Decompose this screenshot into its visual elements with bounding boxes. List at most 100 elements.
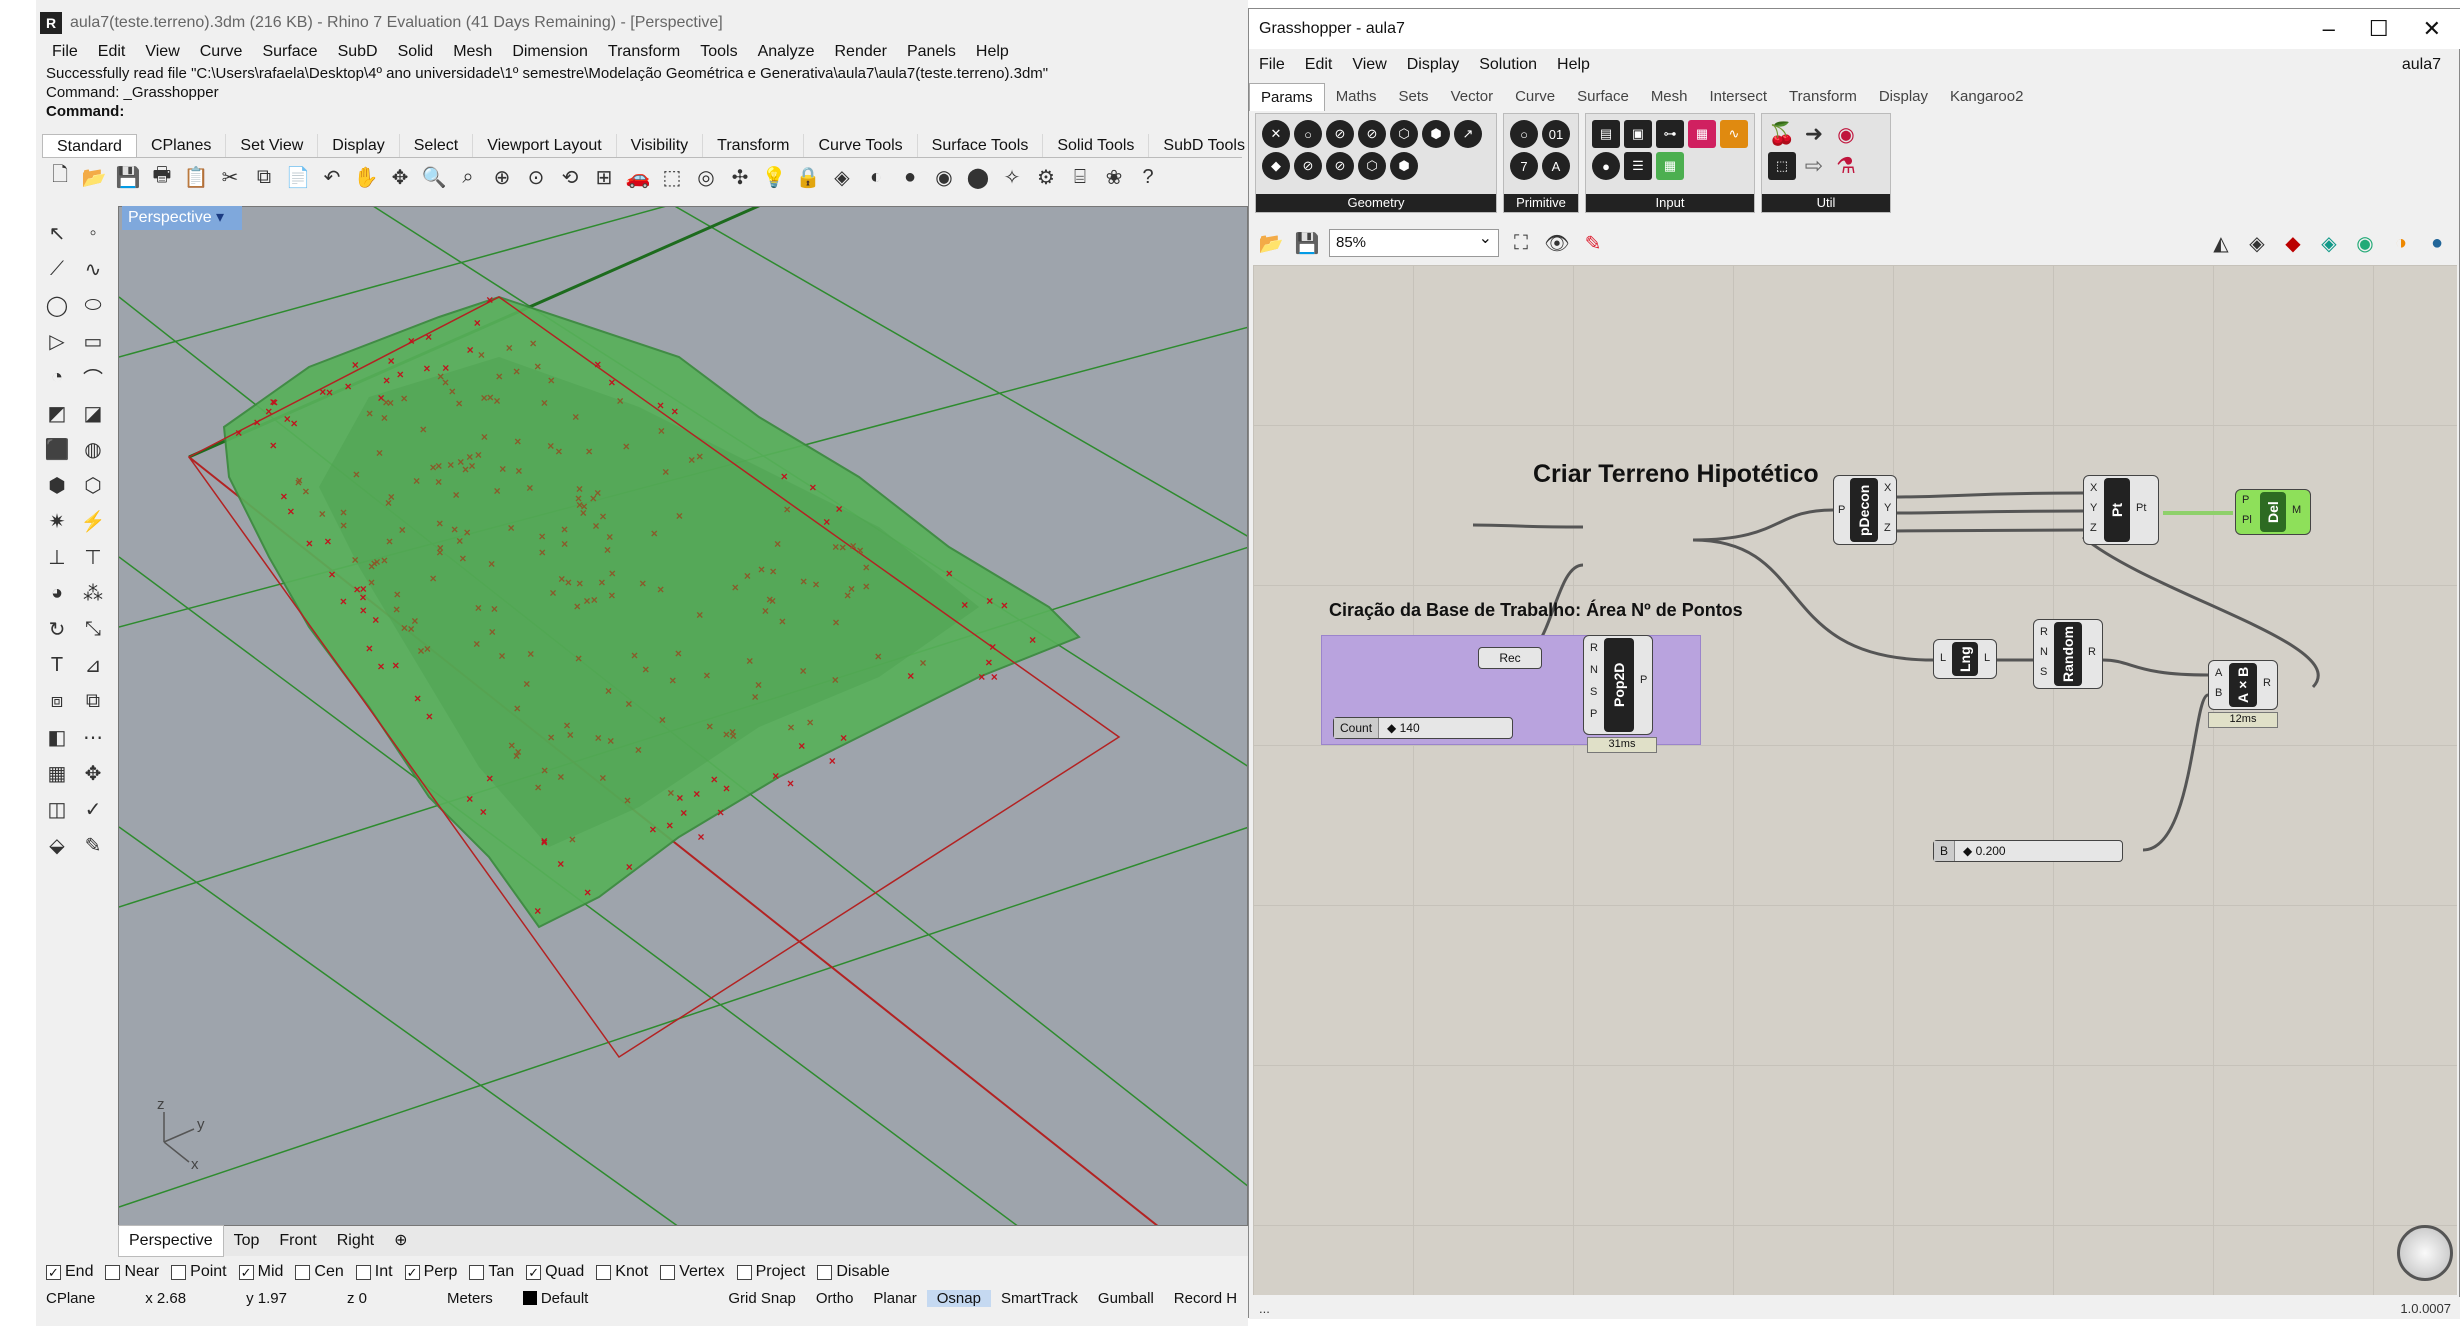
surface-icon[interactable]: ◩ xyxy=(42,399,72,427)
arc-icon[interactable]: ◔ xyxy=(42,363,72,391)
status-toggle-grid-snap[interactable]: Grid Snap xyxy=(718,1290,806,1307)
osnap-end[interactable]: ✓ End xyxy=(46,1263,93,1281)
trim-icon[interactable]: ⊥ xyxy=(42,543,72,571)
cherry-icon[interactable]: 🍒 xyxy=(1768,120,1796,148)
toolbar-tab-subd-tools[interactable]: SubD Tools xyxy=(1149,134,1260,157)
save-icon[interactable]: 💾 xyxy=(1293,229,1321,257)
split-icon[interactable]: ⊤ xyxy=(78,543,108,571)
slider-icon[interactable]: ⊶ xyxy=(1656,120,1684,148)
gh-menu-item-view[interactable]: View xyxy=(1342,53,1396,83)
gh-tab-kangaroo2[interactable]: Kangaroo2 xyxy=(1939,83,2034,111)
pointer-icon[interactable]: ↖ xyxy=(42,219,72,247)
zoom-icon[interactable]: 🔍 xyxy=(420,163,448,191)
zoom-selected-icon[interactable]: ⊙ xyxy=(522,163,550,191)
gh-tab-mesh[interactable]: Mesh xyxy=(1640,83,1699,111)
scribble-title[interactable]: Criar Terreno Hipotético xyxy=(1533,460,1819,489)
mirror-icon[interactable]: ⧉ xyxy=(78,687,108,715)
boolean-icon[interactable]: ◕ xyxy=(42,579,72,607)
polyline-icon[interactable]: ⟋ xyxy=(42,255,72,283)
param-geom-icon[interactable]: ⊘ xyxy=(1326,152,1354,180)
block-icon[interactable]: ⧈ xyxy=(42,687,72,715)
pt-output[interactable]: Pt xyxy=(2136,502,2146,514)
osnap-quad[interactable]: ✓ Quad xyxy=(526,1263,584,1281)
rec-param[interactable]: Rec xyxy=(1478,647,1542,669)
menu-item-tools[interactable]: Tools xyxy=(690,40,747,64)
toolbar-tab-select[interactable]: Select xyxy=(400,134,474,157)
preview-off-icon[interactable]: ◭ xyxy=(2207,229,2235,257)
random-component[interactable]: R N S Random R xyxy=(2033,619,2103,689)
toolbar-tab-set-view[interactable]: Set View xyxy=(226,134,319,157)
perspective-viewport[interactable]: × × × × × × × × × × × × × × × × × × × × × × × × × × × × × × × × × × × × × × × ×… xyxy=(118,206,1248,1226)
osnap-disable[interactable]: Disable xyxy=(817,1263,890,1281)
del-output-m[interactable]: M xyxy=(2292,504,2301,516)
gh-menu-item-solution[interactable]: Solution xyxy=(1469,53,1547,83)
status-cplane[interactable]: CPlane xyxy=(36,1290,105,1307)
mesh-display-icon[interactable]: ◉ xyxy=(2351,229,2379,257)
osnap-checkbox[interactable] xyxy=(105,1264,121,1280)
list-length-component[interactable]: L Lng L xyxy=(1933,639,1997,679)
pdecon-input-p[interactable]: P xyxy=(1838,504,1845,516)
param-number-icon[interactable]: 7 xyxy=(1510,152,1538,180)
osnap-near[interactable]: Near xyxy=(105,1263,159,1281)
mesh-icon[interactable]: ⬡ xyxy=(78,471,108,499)
viewport-title[interactable]: Perspective ▾ xyxy=(122,206,242,230)
menu-item-subd[interactable]: SubD xyxy=(328,40,388,64)
four-view-icon[interactable]: ⊞ xyxy=(590,163,618,191)
pan-icon[interactable]: ✋ xyxy=(352,163,380,191)
swatch-icon[interactable]: ▦ xyxy=(1688,120,1716,148)
sketch-icon[interactable]: ✎ xyxy=(1579,229,1607,257)
solid-sphere-icon[interactable]: ◍ xyxy=(78,435,108,463)
lng-output-l[interactable]: L xyxy=(1984,652,1990,664)
gh-menu-item-help[interactable]: Help xyxy=(1547,53,1600,83)
multiplication-component[interactable]: A B A×B R xyxy=(2208,660,2278,710)
osnap-checkbox[interactable] xyxy=(469,1264,485,1280)
random-input-s[interactable]: S xyxy=(2040,666,2047,678)
pop2d-input-s[interactable]: S xyxy=(1590,686,1597,698)
button-icon[interactable]: ● xyxy=(1592,152,1620,180)
bead-icon[interactable]: ◉ xyxy=(1832,120,1860,148)
pt-input-y[interactable]: Y xyxy=(2090,502,2097,514)
ellipse-icon[interactable]: ⬭ xyxy=(78,291,108,319)
osnap-knot[interactable]: Knot xyxy=(596,1263,648,1281)
status-toggle-osnap[interactable]: Osnap xyxy=(926,1289,991,1307)
graph-icon[interactable]: ∿ xyxy=(1720,120,1748,148)
menu-item-analyze[interactable]: Analyze xyxy=(748,40,825,64)
rectangle-icon[interactable]: ▭ xyxy=(78,327,108,355)
shaded-sphere-icon[interactable]: ◉ xyxy=(930,163,958,191)
circle-icon[interactable]: ◯ xyxy=(42,291,72,319)
value-list-icon[interactable]: ☰ xyxy=(1624,152,1652,180)
navigation-compass-icon[interactable] xyxy=(2397,1225,2453,1281)
param-surface-icon[interactable]: ⊘ xyxy=(1294,152,1322,180)
random-input-n[interactable]: N xyxy=(2040,646,2048,658)
zoom-select[interactable]: 85% xyxy=(1329,226,1499,257)
osnap-point[interactable]: Point xyxy=(171,1263,227,1281)
osnap-checkbox[interactable]: ✓ xyxy=(404,1264,420,1280)
gh-tab-maths[interactable]: Maths xyxy=(1325,83,1388,111)
relay-icon[interactable]: ⇨ xyxy=(1800,152,1828,180)
close-icon[interactable]: ✕ xyxy=(2423,16,2441,42)
matrix-icon[interactable]: ▦ xyxy=(1656,152,1684,180)
toolbar-tab-solid-tools[interactable]: Solid Tools xyxy=(1043,134,1150,157)
doc-preview-icon[interactable]: ● xyxy=(2423,229,2451,257)
axb-input-b[interactable]: B xyxy=(2215,687,2222,699)
gh-tab-surface[interactable]: Surface xyxy=(1566,83,1640,111)
osnap-checkbox[interactable] xyxy=(295,1264,311,1280)
toolbar-tab-visibility[interactable]: Visibility xyxy=(617,134,704,157)
points-on-icon[interactable]: ⁂ xyxy=(78,579,108,607)
param-line-icon[interactable]: ⊘ xyxy=(1358,120,1386,148)
param-vector-icon[interactable]: ↗ xyxy=(1454,120,1482,148)
selected-only-icon[interactable]: ◑ xyxy=(2387,229,2415,257)
preview-wire-icon[interactable]: ◈ xyxy=(2243,229,2271,257)
param-brep-icon[interactable]: ⬢ xyxy=(1422,120,1450,148)
scale-icon[interactable]: ⤡ xyxy=(78,615,108,643)
pdecon-output-x[interactable]: X xyxy=(1884,482,1891,494)
text-icon[interactable]: T xyxy=(42,651,72,679)
param-field-icon[interactable]: ⬢ xyxy=(1390,152,1418,180)
param-circle-icon[interactable]: ○ xyxy=(1294,120,1322,148)
menu-item-transform[interactable]: Transform xyxy=(598,40,690,64)
param-point-icon[interactable]: ✕ xyxy=(1262,120,1290,148)
menu-item-panels[interactable]: Panels xyxy=(897,40,966,64)
param-boolean-icon[interactable]: ○ xyxy=(1510,120,1538,148)
axb-input-a[interactable]: A xyxy=(2215,667,2222,679)
check-icon[interactable]: ✓ xyxy=(78,795,108,823)
